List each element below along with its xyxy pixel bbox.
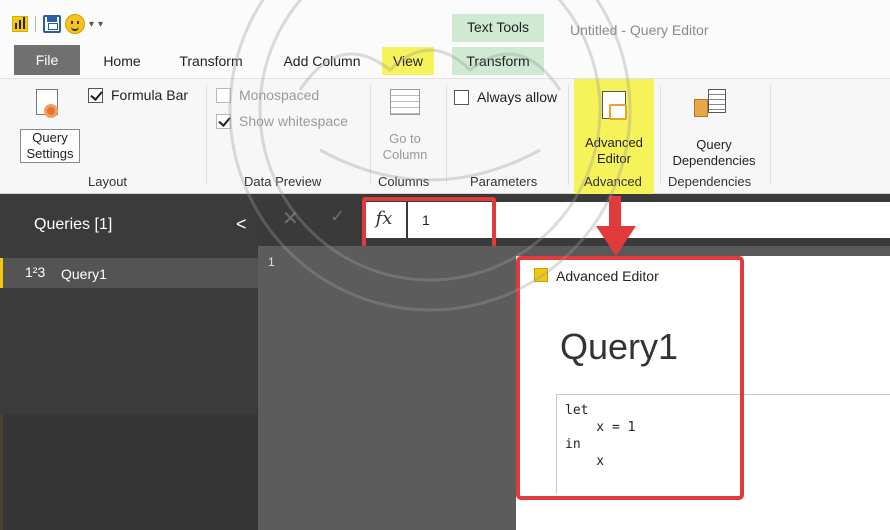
go-to-column-label-2: Column [382, 147, 428, 162]
parameters-group-label: Parameters [470, 174, 538, 189]
go-to-column-button[interactable]: Go to Column [372, 131, 438, 163]
formula-bar-toggle[interactable]: Formula Bar [88, 87, 188, 103]
queries-pane-lower [0, 414, 258, 530]
advanced-editor-highlight-box [516, 256, 744, 500]
advanced-editor-label-1: Advanced [585, 135, 643, 150]
callout-arrow-icon [596, 196, 636, 256]
qat-separator [35, 16, 36, 32]
columns-group-label: Columns [378, 174, 430, 189]
group-divider [770, 85, 771, 185]
formula-bar-label: Formula Bar [111, 87, 189, 103]
group-divider [370, 85, 371, 185]
gear-icon [44, 104, 58, 118]
go-to-column-label-1: Go to [389, 131, 421, 146]
dependencies-group-label: Dependencies [668, 174, 752, 189]
power-bi-logo-icon [12, 16, 28, 32]
cancel-formula-icon[interactable]: ✕ [282, 206, 299, 231]
always-allow-checkbox[interactable] [454, 89, 469, 105]
formula-bar-checkbox[interactable] [88, 87, 103, 103]
query-dependencies-label-1: Query [696, 137, 732, 152]
query-name: Query1 [61, 266, 107, 282]
ribbon-tab-bar: File Home Transform Add Column View Tran… [0, 44, 890, 78]
group-divider [446, 85, 447, 185]
queries-pane: Queries [1] < 1²3 Query1 [0, 194, 258, 530]
window-title: Untitled - Query Editor [570, 22, 709, 38]
tab-add-column[interactable]: Add Column [270, 47, 374, 75]
advanced-editor-icon[interactable] [602, 91, 627, 120]
formula-bar: ✕ ✓ fx 1 [258, 194, 890, 246]
row-number: 1 [268, 255, 275, 269]
customize-qat-icon[interactable]: ▾ [98, 19, 103, 30]
title-bar: ▾ ▾ Text Tools Untitled - Query Editor [0, 0, 890, 44]
group-divider [660, 85, 661, 185]
advanced-editor-button[interactable]: Advanced Editor [578, 135, 650, 167]
show-whitespace-toggle[interactable]: Show whitespace [216, 113, 348, 129]
tab-text-tools-transform[interactable]: Transform [452, 47, 544, 75]
tab-view[interactable]: View [382, 47, 434, 75]
ribbon-view: Query Settings Formula Bar Layout Monosp… [0, 78, 890, 195]
contextual-tab-group-label: Text Tools [452, 14, 544, 42]
advanced-editor-label-2: Editor [597, 151, 631, 166]
query-dependencies-label-2: Dependencies [672, 153, 756, 168]
quick-access-toolbar: ▾ ▾ [12, 14, 103, 34]
dependencies-cube-icon [694, 99, 708, 117]
commit-formula-icon[interactable]: ✓ [330, 206, 345, 227]
query-settings-label-2: Settings [26, 146, 74, 161]
group-divider [568, 85, 569, 185]
layout-group-label: Layout [88, 174, 128, 189]
show-whitespace-label: Show whitespace [239, 113, 348, 129]
monospaced-label: Monospaced [239, 87, 320, 103]
query-dependencies-button[interactable]: Query Dependencies [664, 137, 764, 169]
query-dependencies-icon[interactable] [708, 89, 726, 113]
go-to-column-icon[interactable] [390, 89, 420, 115]
collapse-pane-icon[interactable]: < [236, 214, 247, 235]
tab-home[interactable]: Home [90, 47, 154, 75]
monospaced-toggle[interactable]: Monospaced [216, 87, 319, 103]
data-preview-group-label: Data Preview [244, 174, 322, 189]
show-whitespace-checkbox[interactable] [216, 113, 231, 129]
data-preview-column [258, 246, 520, 530]
smiley-feedback-icon[interactable] [65, 14, 85, 34]
tab-transform[interactable]: Transform [168, 47, 254, 75]
queries-pane-title: Queries [1] [34, 216, 113, 233]
monospaced-checkbox[interactable] [216, 87, 231, 103]
query-list-item[interactable]: 1²3 Query1 [0, 258, 258, 288]
tab-file[interactable]: File [14, 45, 80, 75]
qat-dropdown-icon[interactable]: ▾ [89, 19, 94, 30]
number-type-icon: 1²3 [25, 264, 46, 280]
save-icon[interactable] [43, 15, 61, 33]
advanced-group-label: Advanced [584, 174, 642, 189]
query-settings-label-1: Query [32, 130, 68, 145]
always-allow-label: Always allow [477, 89, 558, 105]
always-allow-toggle[interactable]: Always allow [454, 89, 557, 105]
query-settings-button[interactable]: Query Settings [20, 129, 80, 163]
group-divider [206, 85, 207, 185]
